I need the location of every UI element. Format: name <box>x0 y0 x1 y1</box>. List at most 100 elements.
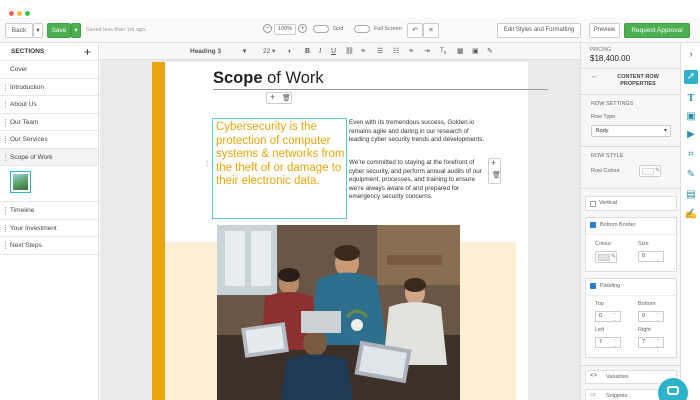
drag-handle-icon[interactable] <box>5 83 7 91</box>
callout-text[interactable]: Cybersecurity is the protection of compu… <box>216 121 345 189</box>
page-heading[interactable]: Scope of Work <box>213 69 324 88</box>
edit-tool-icon[interactable]: ✎ <box>684 168 698 182</box>
padding-top-input[interactable]: 0 <box>595 311 621 322</box>
sidebar-item-cover[interactable]: Cover <box>0 61 98 79</box>
cursor-icon[interactable]: ➚ <box>684 70 698 84</box>
bold-icon[interactable]: B <box>305 46 310 57</box>
italic-icon[interactable]: I <box>319 46 321 57</box>
padding-checkbox[interactable] <box>590 283 596 289</box>
drag-handle-icon[interactable] <box>5 153 7 161</box>
align-button[interactable]: ≡ <box>423 23 439 38</box>
top-toolbar: Back ▾ Save ▾ Saved less than 1m ago. − … <box>0 18 700 43</box>
zoom-out-icon[interactable]: − <box>263 24 272 33</box>
close-window-icon[interactable] <box>9 11 14 16</box>
padding-right-input[interactable]: 7 <box>638 337 664 348</box>
save-button[interactable]: Save <box>47 23 71 38</box>
signature-tool-icon[interactable]: ✍ <box>684 208 698 222</box>
underline-icon[interactable]: U <box>331 46 336 57</box>
padding-bottom-input[interactable]: 0 <box>638 311 664 322</box>
body-paragraph-1[interactable]: Even with its tremendous success, Golden… <box>349 119 489 145</box>
block-controls: + 🗑 <box>266 92 292 104</box>
chat-button[interactable] <box>658 378 688 400</box>
drag-handle-icon[interactable] <box>5 224 7 232</box>
fullscreen-toggle[interactable] <box>354 25 370 33</box>
padding-left-input[interactable]: 7 <box>595 337 621 348</box>
trash-icon[interactable]: 🗑 <box>282 94 291 102</box>
border-colour-picker[interactable]: ✎ <box>595 251 617 263</box>
section-thumbnail-row <box>0 166 98 202</box>
text-style-select[interactable]: Heading 3 ▾ <box>190 46 246 57</box>
drag-handle-icon[interactable] <box>5 242 7 249</box>
indent-icon[interactable]: ⇥ <box>424 46 430 57</box>
zoom-in-icon[interactable]: + <box>298 24 307 33</box>
text-color-icon[interactable]: ◐ <box>288 46 292 57</box>
font-size-select[interactable]: 22 ▾ <box>263 46 275 57</box>
sidebar-item-label: Next Steps <box>10 242 42 249</box>
sidebar-item-our-team[interactable]: Our Team <box>0 114 98 131</box>
move-icon[interactable]: + <box>491 158 496 168</box>
image-icon[interactable]: ▣ <box>472 46 479 57</box>
bottom-border-checkbox[interactable] <box>590 222 596 228</box>
divider <box>581 68 680 69</box>
padding-top-label: Top <box>595 301 604 307</box>
sidebar-item-your-investment[interactable]: Your Investment <box>0 220 98 237</box>
row-colour-picker[interactable]: ✎ <box>639 165 661 177</box>
chevron-down-icon: ▾ <box>36 27 40 34</box>
heading-rule <box>213 89 548 90</box>
preview-label: Preview <box>593 27 616 33</box>
sidebar-item-about-us[interactable]: About Us <box>0 96 98 114</box>
crop-tool-icon[interactable]: ⌗ <box>684 148 698 162</box>
paint-icon[interactable]: ✎ <box>487 46 493 57</box>
border-size-input[interactable]: 0 <box>638 251 664 262</box>
request-approval-button[interactable]: Request Approval <box>624 23 690 38</box>
table-icon[interactable]: ▦ <box>457 46 464 57</box>
add-section-icon[interactable]: + <box>84 43 91 61</box>
vertical-checkbox[interactable] <box>590 201 596 207</box>
preview-button[interactable]: Preview <box>589 23 620 38</box>
sidebar-item-introduction[interactable]: Introduction <box>0 79 98 96</box>
drag-handle-icon[interactable] <box>5 118 7 126</box>
align-center-icon[interactable]: ≡ <box>409 46 413 57</box>
section-thumbnail[interactable] <box>10 171 31 193</box>
align-left-icon[interactable]: ≡ <box>361 46 365 57</box>
vertical-option[interactable]: Vertical <box>585 196 677 211</box>
body-paragraph-2[interactable]: We're committed to staying at the forefr… <box>349 159 489 202</box>
sidebar-item-scope-of-work[interactable]: Scope of Work <box>0 148 98 166</box>
drag-handle-icon[interactable] <box>5 136 7 143</box>
team-photo[interactable] <box>217 225 460 400</box>
sidebar-item-our-services[interactable]: Our Services <box>0 131 98 149</box>
undo-icon: ↶ <box>412 27 418 34</box>
chevron-down-icon: ▾ <box>663 128 667 134</box>
numbered-list-icon[interactable]: ☷ <box>393 46 399 57</box>
back-dropdown-button[interactable]: ▾ <box>33 23 43 38</box>
clear-format-icon[interactable]: Tx <box>440 46 446 59</box>
drag-handle-icon[interactable] <box>5 101 7 108</box>
link-icon[interactable]: ⛓ <box>345 46 354 57</box>
image-tool-icon[interactable]: ▣ <box>684 110 698 124</box>
save-dropdown-button[interactable]: ▾ <box>71 23 81 38</box>
pricing-label: PRICING <box>590 47 611 53</box>
back-button[interactable]: Back <box>5 23 33 38</box>
colour-swatch <box>598 254 610 261</box>
video-tool-icon[interactable]: ▶ <box>684 128 698 142</box>
zoom-select[interactable]: 100% <box>274 24 296 35</box>
edit-styles-button[interactable]: Edit Styles and Formatting <box>497 23 581 38</box>
list-icon[interactable]: ☰ <box>377 46 383 57</box>
arrow-left-icon[interactable]: ← <box>591 73 598 80</box>
sidebar-item-timeline[interactable]: Timeline <box>0 202 98 220</box>
trash-icon[interactable]: 🗑 <box>492 171 501 179</box>
chevron-right-icon[interactable]: › <box>684 48 698 62</box>
maximize-window-icon[interactable] <box>25 11 30 16</box>
drag-handle-icon[interactable] <box>5 207 7 214</box>
undo-button[interactable]: ↶ <box>407 23 423 38</box>
row-type-select[interactable]: Body ▾ <box>591 125 671 137</box>
grid-toggle[interactable] <box>313 25 329 33</box>
heading-bold-text: Scope <box>213 69 263 87</box>
padding-right-value: 7 <box>642 339 646 345</box>
callout-block[interactable]: Cybersecurity is the protection of compu… <box>212 118 347 219</box>
table-tool-icon[interactable]: ▤ <box>684 188 698 202</box>
text-tool-icon[interactable]: T <box>684 92 698 106</box>
move-icon[interactable]: + <box>270 92 275 102</box>
sidebar-item-next-steps[interactable]: Next Steps <box>0 237 98 255</box>
minimize-window-icon[interactable] <box>17 11 22 16</box>
